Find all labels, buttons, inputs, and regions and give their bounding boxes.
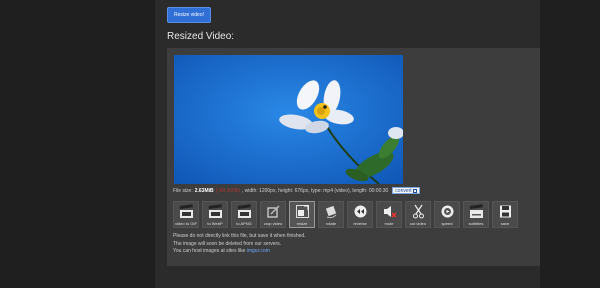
save-icon xyxy=(499,205,511,218)
notice-line-2: The image will soon be deleted from our … xyxy=(173,240,282,247)
notice-line-3: You can host images at sites like imgur.… xyxy=(173,248,306,256)
tool-subtitles[interactable]: subtitles xyxy=(463,201,489,228)
convert-dropdown-icon xyxy=(412,188,417,193)
convert-button[interactable]: convert xyxy=(392,187,420,194)
tool-label: resize xyxy=(296,221,308,226)
flower-image xyxy=(174,55,403,184)
tool-label: mute xyxy=(384,221,394,226)
tool-rotate[interactable]: rotate xyxy=(318,201,344,228)
clapperboard-icon xyxy=(179,204,193,218)
tool-label: subtitles xyxy=(468,221,484,226)
page-title: Resized Video: xyxy=(167,31,235,42)
tool-to-apng[interactable]: to APNG xyxy=(231,201,257,228)
resize-icon xyxy=(295,205,309,218)
tool-label: rotate xyxy=(325,221,337,226)
file-size-label: File size: xyxy=(173,187,193,194)
notice-text: Please do not directly link this file, b… xyxy=(173,233,306,256)
notice-line-3-text: You can host images at sites like xyxy=(173,248,246,254)
tool-label: crop video xyxy=(263,221,283,226)
tool-mute[interactable]: mute xyxy=(376,201,402,228)
mute-icon xyxy=(383,206,397,218)
tool-reverse[interactable]: reverse xyxy=(347,201,373,228)
tool-label: save xyxy=(500,221,510,226)
tool-label: video to GIF xyxy=(175,221,197,226)
file-details: , width: 1200px, height: 676px, type: mp… xyxy=(241,187,389,194)
reverse-icon xyxy=(354,205,366,218)
result-panel: File size: 2.63MiB (-XX.XX%) , width: 12… xyxy=(167,48,540,266)
subtitles-icon xyxy=(469,204,483,218)
tool-label: reverse xyxy=(353,221,367,226)
file-size-change: (-XX.XX%) xyxy=(215,187,240,194)
tool-label: speed xyxy=(441,221,453,226)
tool-crop-video[interactable]: crop video xyxy=(260,201,286,228)
video-preview[interactable] xyxy=(174,55,403,184)
imgur-link[interactable]: imgur.com xyxy=(247,248,270,254)
tool-resize[interactable]: resize xyxy=(289,201,315,228)
file-size-value: 2.63MiB xyxy=(194,187,214,194)
tool-save[interactable]: save xyxy=(492,201,518,228)
tool-label: to WebP xyxy=(207,221,223,226)
rotate-icon xyxy=(325,205,336,219)
speed-icon xyxy=(441,205,453,218)
clapperboard-icon xyxy=(237,204,251,218)
tool-label: to APNG xyxy=(236,221,252,226)
notice-line-1: Please do not directly link this file, b… xyxy=(173,233,306,239)
crop-icon xyxy=(266,205,280,218)
tool-label: cut video xyxy=(409,221,426,226)
tool-to-webp[interactable]: to WebP xyxy=(202,201,228,228)
scissors-icon xyxy=(412,204,424,219)
convert-label: convert xyxy=(395,187,412,194)
tool-speed[interactable]: speed xyxy=(434,201,460,228)
tool-cut-video[interactable]: cut video xyxy=(405,201,431,228)
clapperboard-icon xyxy=(208,204,222,218)
tool-bar: video to GIF to WebP to APNG crop video … xyxy=(173,201,518,228)
resize-video-button[interactable]: Resize video! xyxy=(167,7,211,23)
page-content: Resize video! Resized Video: File size: … xyxy=(155,0,540,288)
file-info: File size: 2.63MiB (-XX.XX%) , width: 12… xyxy=(173,187,420,194)
tool-video-to-gif[interactable]: video to GIF xyxy=(173,201,199,228)
